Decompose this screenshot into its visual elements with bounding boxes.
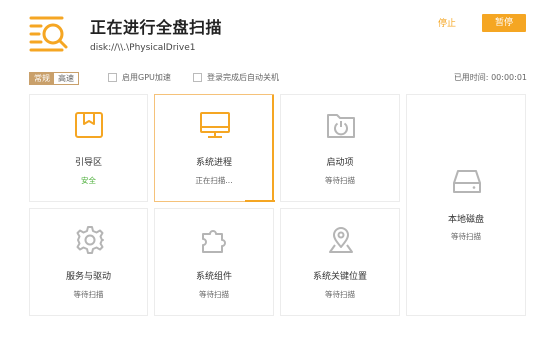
mode-fast-button[interactable]: 高速 <box>54 73 78 84</box>
location-pin-icon <box>329 227 353 253</box>
tile-services-drivers[interactable]: 服务与驱动 等待扫描 <box>29 208 148 316</box>
tile-critical-locations[interactable]: 系统关键位置 等待扫描 <box>280 208 400 316</box>
tile-startup-items[interactable]: 启动项 等待扫描 <box>280 94 400 202</box>
elapsed-value: 00:00:01 <box>491 73 527 82</box>
tile-name: 本地磁盘 <box>447 215 484 225</box>
disk-path: disk://\\.\PhysicalDrive1 <box>90 43 196 53</box>
elapsed-time: 已用时间: 00:00:01 <box>454 72 527 83</box>
tile-system-process[interactable]: 系统进程 正在扫描... <box>154 94 275 202</box>
bookmark-icon <box>75 112 103 138</box>
tile-name: 系统关键位置 <box>312 272 367 282</box>
scan-progress-indicator-bottom <box>245 200 275 202</box>
tile-name: 启动项 <box>326 158 354 168</box>
shutdown-checkbox[interactable] <box>193 73 202 82</box>
tile-name: 系统组件 <box>195 272 232 282</box>
stop-button[interactable]: 停止 <box>438 16 456 29</box>
elapsed-label: 已用时间: <box>453 73 489 82</box>
shutdown-checkbox-label[interactable]: 登录完成后自动关机 <box>207 72 279 83</box>
scan-progress-indicator <box>272 95 274 201</box>
gpu-checkbox-label[interactable]: 启用GPU加速 <box>122 72 171 83</box>
page-title: 正在进行全盘扫描 <box>90 18 223 37</box>
tile-status: 等待扫描 <box>325 176 355 185</box>
tile-status: 安全 <box>81 176 96 185</box>
tile-name: 系统进程 <box>195 158 232 168</box>
tile-name: 服务与驱动 <box>65 272 111 282</box>
gpu-checkbox[interactable] <box>108 73 117 82</box>
power-folder-icon <box>327 114 355 138</box>
tile-status: 正在扫描... <box>195 176 233 185</box>
tile-local-disk[interactable]: 本地磁盘 等待扫描 <box>406 94 526 316</box>
tile-boot-sector[interactable]: 引导区 安全 <box>29 94 148 202</box>
tile-status: 等待扫描 <box>451 232 481 241</box>
scan-header: 正在进行全盘扫描 disk://\\.\PhysicalDrive1 停止 暂停 <box>0 0 553 62</box>
monitor-icon <box>200 112 230 138</box>
tile-status: 等待扫描 <box>73 290 104 299</box>
puzzle-icon <box>202 230 226 253</box>
tile-system-components[interactable]: 系统组件 等待扫描 <box>154 208 274 316</box>
tile-status: 等待扫描 <box>325 290 355 299</box>
pause-button[interactable]: 暂停 <box>482 14 526 32</box>
scan-mode-toggle: 常规 高速 <box>29 72 79 85</box>
tile-status: 等待扫描 <box>199 290 229 299</box>
tile-name: 引导区 <box>74 158 102 168</box>
hard-disk-icon <box>453 170 481 193</box>
scan-logo-icon <box>29 16 68 52</box>
mode-normal-button[interactable]: 常规 <box>30 73 54 84</box>
gear-icon <box>76 226 104 254</box>
scan-options-bar: 常规 高速 启用GPU加速 登录完成后自动关机 已用时间: 00:00:01 <box>0 68 553 88</box>
